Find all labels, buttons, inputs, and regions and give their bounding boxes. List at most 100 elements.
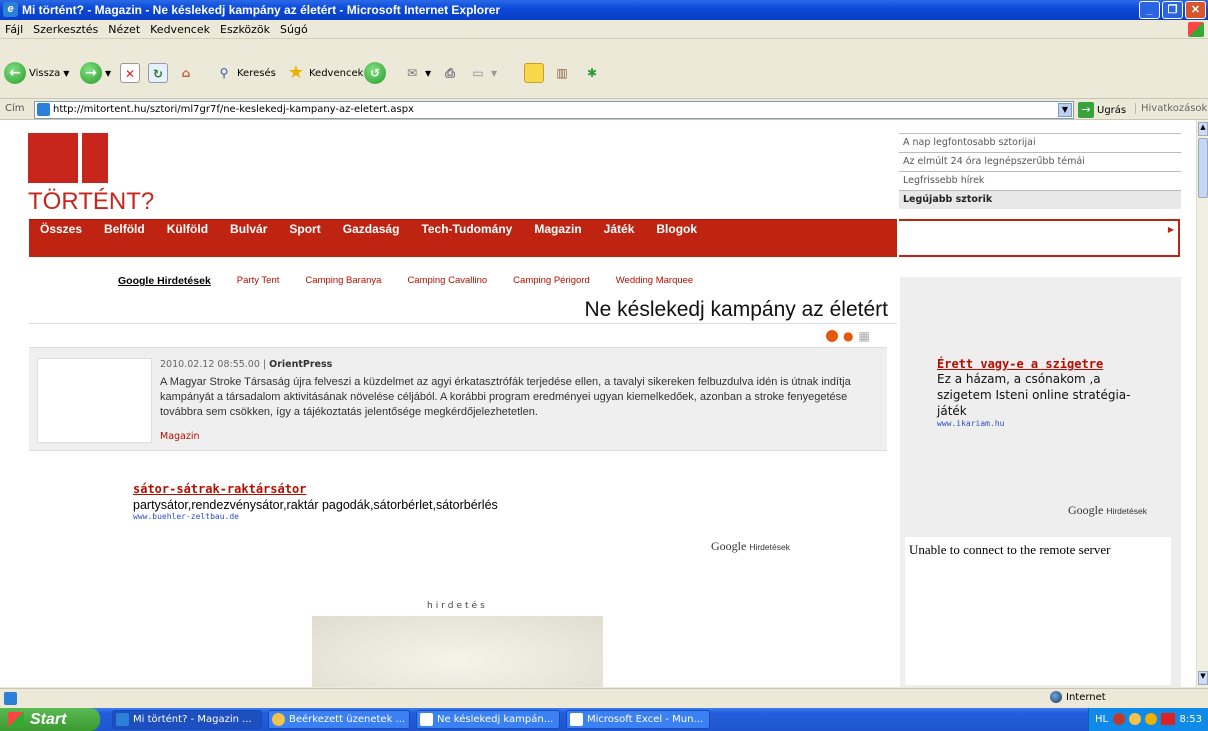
rss-icon[interactable] — [826, 330, 838, 342]
edit-button[interactable]: ▭ ▼ — [468, 61, 497, 85]
right-link-latest-news[interactable]: Legfrissebb hírek — [899, 171, 1181, 190]
divider — [29, 323, 897, 324]
address-dropdown[interactable]: ▼ — [1058, 103, 1072, 117]
nav-foreign[interactable]: Külföld — [167, 222, 208, 236]
taskbar-item-ie[interactable]: Mi történt? - Magazin ... — [112, 710, 262, 729]
right-link-popular[interactable]: Az elmúlt 24 óra legnépszerűbb témái — [899, 152, 1181, 171]
mail-icon — [272, 713, 285, 726]
taskbar-item-mail[interactable]: Beérkezett üzenetek ... — [268, 710, 410, 729]
nav-sport[interactable]: Sport — [289, 222, 320, 236]
maximize-button[interactable]: ❐ — [1162, 1, 1183, 19]
mail-button[interactable]: ✉ ▼ — [402, 61, 431, 85]
right-link-newest[interactable]: Legújabb sztorik — [899, 190, 1181, 209]
star-icon: ★ — [287, 62, 305, 83]
banner-ad-image[interactable] — [312, 616, 603, 687]
menu-favorites[interactable]: Kedvencek — [150, 20, 210, 38]
nav-tabloid[interactable]: Bulvár — [230, 222, 267, 236]
ad-link[interactable]: Camping Baranya — [305, 275, 381, 287]
nav-blogs[interactable]: Blogok — [656, 222, 697, 236]
favorites-button[interactable]: ★ Kedvencek — [286, 61, 364, 85]
taskbar-item-word[interactable]: Ne késlekedj kampán... — [416, 710, 560, 729]
article-category[interactable]: Magazin — [160, 431, 200, 442]
grid-icon[interactable]: ▦ — [858, 330, 869, 342]
forward-button[interactable]: → ▼ — [80, 61, 111, 85]
right-sidebar: Érett vagy-e a szigetre Ez a házam, a cs… — [900, 277, 1181, 687]
language-indicator[interactable]: HL — [1095, 708, 1108, 731]
sidebar-ad-url[interactable]: www.ikariam.hu — [937, 419, 1137, 428]
site-logo[interactable] — [28, 133, 108, 183]
scroll-thumb[interactable] — [1198, 138, 1208, 198]
window-titlebar[interactable]: e Mi történt? - Magazin - Ne késlekedj k… — [0, 0, 1208, 20]
discuss-button[interactable] — [524, 61, 544, 85]
search-button[interactable]: ⚲ Keresés — [214, 61, 276, 85]
ad-link[interactable]: Camping Cavallino — [407, 275, 487, 287]
ie-icon: e — [3, 2, 18, 17]
window-title: Mi történt? - Magazin - Ne késlekedj kam… — [22, 3, 501, 17]
history-button[interactable]: ↺ — [364, 61, 386, 85]
site-logo-text: TÖRTÉNT? — [28, 188, 155, 215]
print-button[interactable]: ⎙ — [440, 61, 460, 85]
refresh-icon: ↻ — [148, 63, 168, 83]
back-button[interactable]: ← Vissza ▼ — [4, 61, 69, 85]
windows-flag-icon — [1188, 22, 1204, 37]
menu-view[interactable]: Nézet — [108, 20, 140, 38]
taskbar-item-excel[interactable]: Microsoft Excel - Mun... — [566, 710, 710, 729]
nav-all[interactable]: Összes — [40, 222, 82, 236]
google-ads-badge[interactable]: Google Hirdetések — [711, 539, 790, 554]
article-thumbnail[interactable] — [37, 358, 152, 443]
search-icon: ⚲ — [219, 66, 229, 80]
address-input[interactable]: http://mitortent.hu/sztori/ml7gr7f/ne-ke… — [34, 101, 1074, 119]
logo-m-block — [28, 133, 78, 183]
text-ad-headline[interactable]: sátor-sátrak-raktársátor — [133, 482, 498, 496]
messenger-button[interactable]: ✱ — [582, 61, 602, 85]
menu-file[interactable]: Fájl — [5, 20, 23, 38]
messenger-icon: ✱ — [586, 66, 598, 80]
menu-help[interactable]: Súgó — [280, 20, 308, 38]
page-viewport: TÖRTÉNT? A nap legfontosabb sztorijai Az… — [0, 120, 1196, 687]
user-icon[interactable]: ● — [843, 330, 853, 342]
go-button[interactable]: → Ugrás — [1078, 102, 1126, 118]
nav-magazine[interactable]: Magazin — [534, 222, 581, 236]
menu-tools[interactable]: Eszközök — [220, 20, 270, 38]
toolbar: ← Vissza ▼ → ▼ ✕ ↻ ⌂ ⚲ Keresés ★ Kedvencek… — [0, 39, 1208, 99]
article-card: 2010.02.12 08:55.00 | OrientPress A Magy… — [29, 347, 887, 450]
ad-link[interactable]: Party Tent — [237, 275, 280, 287]
print-icon: ⎙ — [445, 66, 455, 80]
nav-economy[interactable]: Gazdaság — [343, 222, 400, 236]
google-ads-label[interactable]: Google Hirdetések — [118, 275, 211, 287]
taskbar: Start Mi történt? - Magazin ... Beérkeze… — [0, 708, 1208, 731]
stop-icon: ✕ — [120, 63, 140, 83]
sidebar-ad-headline[interactable]: Érett vagy-e a szigetre — [937, 357, 1137, 371]
google-ads-badge[interactable]: Google Hirdetések — [1068, 503, 1147, 518]
text-ad: sátor-sátrak-raktársátor partysátor,rend… — [133, 482, 498, 521]
error-frame: Unable to connect to the remote server — [905, 537, 1171, 685]
caret-right-icon[interactable]: ▶ — [1168, 225, 1174, 234]
nav-tech[interactable]: Tech-Tudomány — [421, 222, 512, 236]
minimize-button[interactable]: _ — [1139, 1, 1160, 19]
ad-link[interactable]: Wedding Marquee — [616, 275, 693, 287]
home-button[interactable]: ⌂ — [176, 61, 196, 85]
excel-icon — [570, 713, 583, 726]
nav-domestic[interactable]: Belföld — [104, 222, 145, 236]
tray-app-icon[interactable] — [1113, 713, 1125, 725]
scroll-down-button[interactable]: ▼ — [1198, 671, 1208, 685]
tray-shield-icon[interactable] — [1145, 713, 1157, 725]
clock[interactable]: 8:53 — [1180, 708, 1202, 731]
research-button[interactable]: ▥ — [552, 61, 572, 85]
menu-bar: Fájl Szerkesztés Nézet Kedvencek Eszközö… — [0, 20, 1208, 39]
links-button[interactable]: Hivatkozások — [1135, 103, 1207, 114]
scroll-up-button[interactable]: ▲ — [1198, 122, 1208, 136]
start-button[interactable]: Start — [0, 708, 100, 731]
right-link-top-stories[interactable]: A nap legfontosabb sztorijai — [899, 133, 1181, 152]
vertical-scrollbar[interactable]: ▲ ▼ — [1196, 120, 1208, 687]
tray-antivirus-icon[interactable] — [1161, 713, 1175, 725]
page-icon — [37, 103, 50, 116]
tray-mail-icon[interactable] — [1129, 713, 1141, 725]
close-button[interactable]: ✕ — [1185, 1, 1206, 19]
ad-link[interactable]: Camping Périgord — [513, 275, 590, 287]
refresh-button[interactable]: ↻ — [148, 61, 168, 85]
nav-game[interactable]: Játék — [604, 222, 635, 236]
menu-edit[interactable]: Szerkesztés — [33, 20, 98, 38]
text-ad-url[interactable]: www.buehler-zeltbau.de — [133, 512, 498, 521]
stop-button[interactable]: ✕ — [120, 61, 140, 85]
